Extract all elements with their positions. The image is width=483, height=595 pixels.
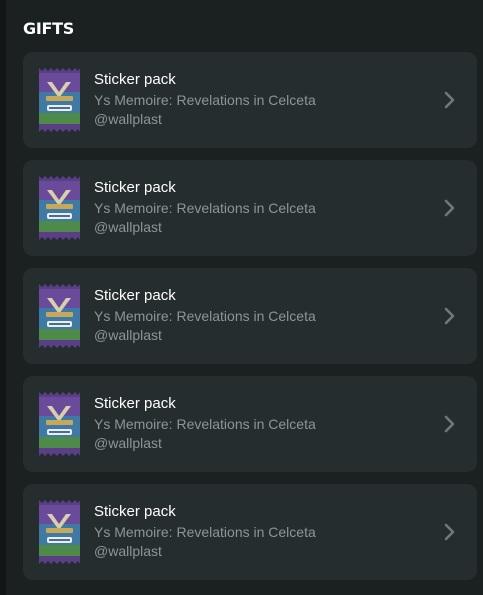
chevron-right-icon[interactable] [443,199,457,217]
sticker-pack-icon [38,500,81,564]
chevron-right-icon[interactable] [443,91,457,109]
gift-game: Ys Memoire: Revelations in Celceta [94,200,316,216]
gift-user[interactable]: @wallplast [94,219,316,236]
sticker-pack-icon [38,392,81,456]
gift-game: Ys Memoire: Revelations in Celceta [94,416,316,432]
gifts-page: GIFTS Sticker pack Ys Memoire: Revelatio… [0,0,483,595]
gift-user[interactable]: @wallplast [94,543,316,560]
gift-card[interactable]: Sticker pack Ys Memoire: Revelations in … [23,376,477,472]
gift-game: Ys Memoire: Revelations in Celceta [94,524,316,540]
sticker-pack-icon [38,68,81,132]
left-rail [0,0,6,595]
section-title: GIFTS [23,19,74,38]
gift-title: Sticker pack [94,287,176,304]
gift-card[interactable]: Sticker pack Ys Memoire: Revelations in … [23,484,477,580]
sticker-pack-icon [38,176,81,240]
gift-title: Sticker pack [94,179,176,196]
chevron-right-icon[interactable] [443,523,457,541]
gift-text: Sticker pack Ys Memoire: Revelations in … [94,71,316,128]
chevron-right-icon[interactable] [443,415,457,433]
gift-text: Sticker pack Ys Memoire: Revelations in … [94,395,316,452]
chevron-right-icon[interactable] [443,307,457,325]
gift-text: Sticker pack Ys Memoire: Revelations in … [94,179,316,236]
gift-text: Sticker pack Ys Memoire: Revelations in … [94,287,316,344]
gift-card[interactable]: Sticker pack Ys Memoire: Revelations in … [23,268,477,364]
gift-list: Sticker pack Ys Memoire: Revelations in … [23,52,477,592]
gift-user[interactable]: @wallplast [94,327,316,344]
gift-title: Sticker pack [94,71,176,88]
gift-text: Sticker pack Ys Memoire: Revelations in … [94,503,316,560]
gift-game: Ys Memoire: Revelations in Celceta [94,92,316,108]
gift-title: Sticker pack [94,395,176,412]
gift-user[interactable]: @wallplast [94,111,316,128]
gift-title: Sticker pack [94,503,176,520]
gift-game: Ys Memoire: Revelations in Celceta [94,308,316,324]
gift-card[interactable]: Sticker pack Ys Memoire: Revelations in … [23,160,477,256]
gift-card[interactable]: Sticker pack Ys Memoire: Revelations in … [23,52,477,148]
sticker-pack-icon [38,284,81,348]
gift-user[interactable]: @wallplast [94,435,316,452]
